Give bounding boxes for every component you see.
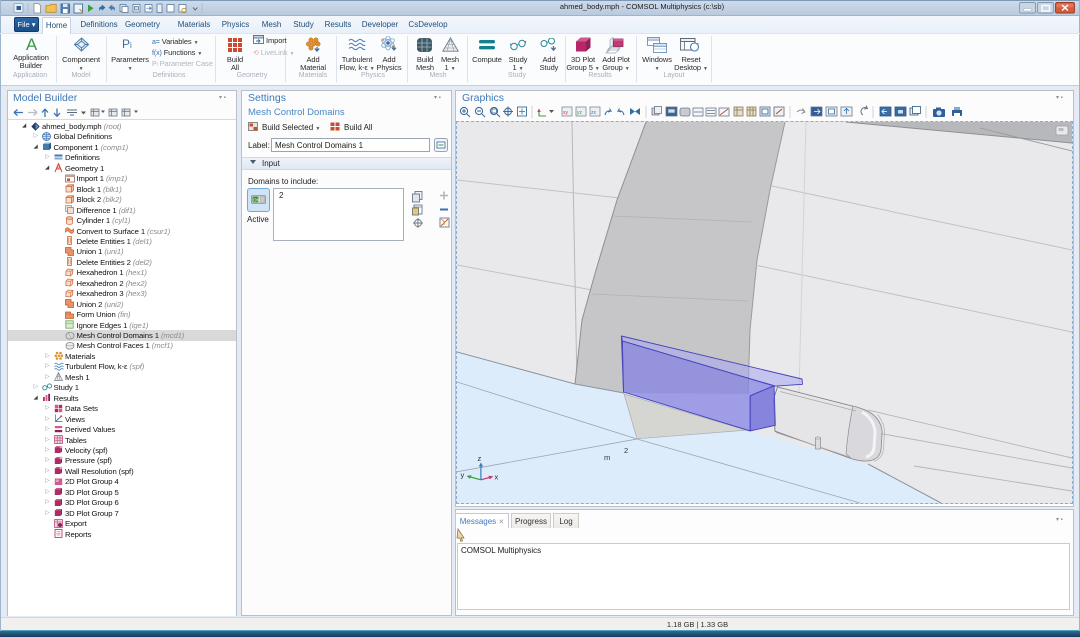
svg-text:m: m — [604, 453, 610, 462]
svg-text:x: x — [495, 473, 499, 482]
svg-text:z: z — [478, 454, 482, 463]
svg-text:y: y — [461, 471, 465, 480]
svg-text:xy: xy — [563, 110, 569, 116]
svg-text:ON: ON — [253, 198, 260, 203]
svg-text:yz: yz — [577, 110, 583, 116]
svg-text:zx: zx — [591, 110, 597, 116]
svg-text:2: 2 — [624, 446, 628, 455]
